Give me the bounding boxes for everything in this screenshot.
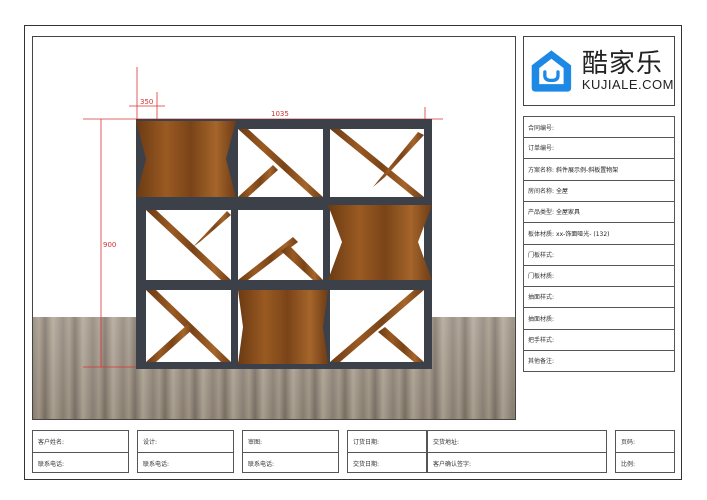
logo: 酷家乐 KUJIALE.COM: [523, 36, 675, 106]
footer-review: 审图: 联系电话:: [242, 430, 339, 473]
page-number-label: 页码:: [621, 439, 636, 446]
customer-phone-label: 联系电话:: [33, 452, 128, 473]
info-value: 斜件展示例-斜板置物架: [556, 166, 619, 174]
info-label: 门板样式:: [528, 251, 555, 259]
info-row: 板体材质: xx-饰面哑光- (132): [523, 222, 675, 245]
dim-height: 900: [103, 241, 116, 249]
footer-dates: 订货日期: 交货日期:: [347, 430, 427, 473]
shelf-render: 350 1035 900: [83, 67, 443, 369]
info-row: 房间名称: 全屋: [523, 179, 675, 202]
designer-label: 设计:: [143, 439, 158, 446]
info-label: 抽面材质:: [528, 315, 555, 323]
info-label: 产品类型:: [528, 209, 555, 217]
info-label: 门板材质:: [528, 273, 555, 281]
footer-customer: 客户姓名: 联系电话:: [32, 430, 129, 473]
scale-label: 比例:: [616, 452, 674, 473]
info-label: 订单编号:: [528, 145, 555, 153]
logo-name-cn: 酷家乐: [581, 49, 663, 79]
info-row: 产品类型: 全屋家具: [523, 201, 675, 224]
title-block: 酷家乐 KUJIALE.COM 合同编号: 订单编号: 方案名称: 斜件展示例-斜板置…: [523, 36, 675, 373]
info-row: 方案名称: 斜件展示例-斜板置物架: [523, 158, 675, 181]
info-value: 全屋: [556, 187, 569, 195]
customer-name-label: 客户姓名:: [38, 439, 65, 446]
info-row: 把手样式:: [523, 329, 675, 351]
info-row: 其他备注:: [523, 350, 675, 373]
customer-sign-label: 客户确认签字:: [428, 452, 606, 473]
designer-phone-label: 联系电话:: [138, 452, 233, 473]
info-row: 订单编号:: [523, 137, 675, 160]
info-label: 合同编号:: [528, 124, 555, 132]
info-label: 房间名称:: [528, 187, 555, 195]
info-row: 门板样式:: [523, 243, 675, 266]
info-label: 抽面样式:: [528, 294, 555, 302]
info-label: 板体材质:: [528, 230, 555, 238]
info-label: 方案名称:: [528, 166, 555, 174]
info-row: 抽面样式:: [523, 286, 675, 309]
review-phone-label: 联系电话:: [243, 452, 338, 473]
dim-width-total: 1035: [271, 110, 289, 118]
kujiale-house-smile-icon: [531, 50, 572, 92]
info-label: 其他备注:: [528, 358, 555, 366]
info-row: 门板材质:: [523, 265, 675, 288]
footer-address: 交货地址: 客户确认签字:: [427, 430, 607, 473]
review-label: 审图:: [248, 439, 263, 446]
render-viewport: 350 1035 900: [32, 36, 516, 420]
info-label: 把手样式:: [528, 337, 555, 344]
delivery-date-label: 交货日期:: [348, 452, 426, 473]
dim-width-top: 350: [140, 98, 153, 106]
order-date-label: 订货日期:: [353, 439, 380, 446]
info-row: 合同编号:: [523, 116, 675, 138]
footer-page: 页码: 比例:: [615, 430, 675, 473]
info-row: 抽面材质:: [523, 307, 675, 330]
info-value: xx-饰面哑光- (132): [556, 230, 610, 238]
footer-designer: 设计: 联系电话:: [137, 430, 234, 473]
logo-name-en: KUJIALE.COM: [581, 77, 674, 92]
info-value: 全屋家具: [556, 209, 581, 217]
delivery-address-label: 交货地址:: [433, 439, 460, 446]
